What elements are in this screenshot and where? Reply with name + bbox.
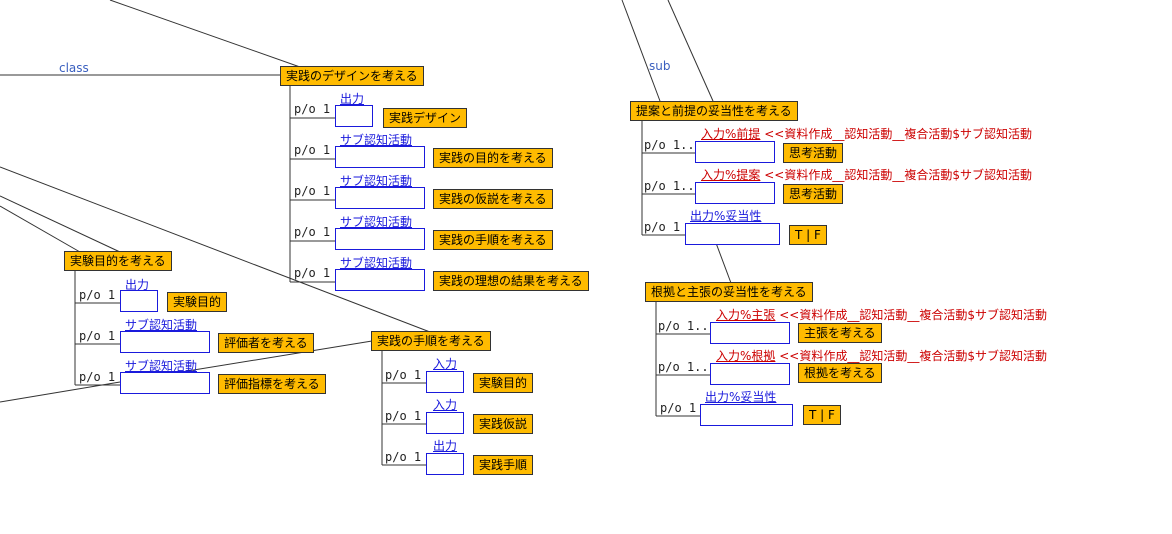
relation-line	[109, 0, 301, 68]
class-reference: <<資料作成__認知活動__複合活動$サブ認知活動	[764, 168, 1032, 182]
cardinality-label: p/o 1	[644, 220, 681, 234]
slot-box[interactable]	[710, 322, 790, 344]
slot-box[interactable]	[710, 363, 790, 385]
cardinality-label: p/o 1	[79, 370, 116, 384]
slot-box[interactable]	[700, 404, 793, 426]
slot-value-node[interactable]: T | F	[803, 405, 841, 425]
slot-box[interactable]	[695, 141, 775, 163]
slot-box[interactable]	[335, 146, 425, 168]
cardinality-label: p/o 1..	[644, 138, 695, 152]
slot-box[interactable]	[695, 182, 775, 204]
slot-value-node[interactable]: 実践デザイン	[383, 108, 468, 128]
role-label: 入力	[433, 357, 458, 371]
slot-value-node[interactable]: 実験目的	[167, 292, 228, 312]
role-label: 入力	[433, 398, 458, 412]
role-label: サブ認知活動	[125, 359, 198, 373]
slot-box[interactable]	[426, 453, 464, 475]
cardinality-label: p/o 1	[294, 102, 331, 116]
role-label: サブ認知活動	[125, 318, 198, 332]
class-reference: <<資料作成__認知活動__複合活動$サブ認知活動	[779, 349, 1047, 363]
node-proposal-validity[interactable]: 提案と前提の妥当性を考える	[630, 101, 798, 121]
relation-line	[0, 205, 81, 253]
slot-box[interactable]	[426, 371, 464, 393]
slot-value-node[interactable]: 実践の目的を考える	[433, 148, 553, 168]
slot-box[interactable]	[120, 290, 158, 312]
role-label: 入力%提案	[701, 168, 761, 182]
cardinality-label: p/o 1	[385, 450, 422, 464]
reference-label: 入力%主張 <<資料作成__認知活動__複合活動$サブ認知活動	[716, 308, 1047, 322]
role-label: サブ認知活動	[340, 215, 413, 229]
cardinality-label: p/o 1	[385, 409, 422, 423]
node-evidence-validity[interactable]: 根拠と主張の妥当性を考える	[645, 282, 813, 302]
sub-link-label: sub	[649, 59, 671, 73]
sub-relation-line	[667, 0, 714, 102]
concept-map-canvas: class sub 実践のデザインを考える p/o 1 出力 実践デザイン p/…	[0, 0, 1172, 534]
slot-box[interactable]	[426, 412, 464, 434]
role-label: 入力%主張	[716, 308, 776, 322]
class-reference: <<資料作成__認知活動__複合活動$サブ認知活動	[764, 127, 1032, 141]
cardinality-label: p/o 1..	[658, 319, 709, 333]
role-label: 出力	[340, 92, 365, 106]
reference-label: 入力%前提 <<資料作成__認知活動__複合活動$サブ認知活動	[701, 127, 1032, 141]
role-label: サブ認知活動	[340, 133, 413, 147]
slot-value-node[interactable]: 実践の理想の結果を考える	[433, 271, 589, 291]
cardinality-label: p/o 1	[660, 401, 697, 415]
slot-value-node[interactable]: 主張を考える	[798, 323, 882, 343]
cardinality-label: p/o 1	[294, 143, 331, 157]
slot-box[interactable]	[120, 372, 210, 394]
cardinality-label: p/o 1..	[644, 179, 695, 193]
slot-box[interactable]	[335, 105, 373, 127]
slot-value-node[interactable]: 実践手順	[473, 455, 534, 475]
cardinality-label: p/o 1	[294, 266, 331, 280]
slot-value-node[interactable]: 実践仮説	[473, 414, 534, 434]
relation-line	[715, 242, 732, 284]
slot-value-node[interactable]: 実践の手順を考える	[433, 230, 553, 250]
slot-box[interactable]	[335, 228, 425, 250]
role-label: サブ認知活動	[340, 256, 413, 270]
slot-value-node[interactable]: 思考活動	[783, 143, 844, 163]
class-reference: <<資料作成__認知活動__複合活動$サブ認知活動	[779, 308, 1047, 322]
role-label: 入力%前提	[701, 127, 761, 141]
node-practice-procedure[interactable]: 実践の手順を考える	[371, 331, 491, 351]
class-link-label: class	[59, 61, 89, 75]
role-label: サブ認知活動	[340, 174, 413, 188]
role-label: 出力%妥当性	[690, 209, 762, 223]
role-label: 入力%根拠	[716, 349, 776, 363]
node-practice-design[interactable]: 実践のデザインを考える	[280, 66, 424, 86]
cardinality-label: p/o 1	[79, 288, 116, 302]
role-label: 出力%妥当性	[705, 390, 777, 404]
slot-box[interactable]	[685, 223, 780, 245]
slot-value-node[interactable]: 思考活動	[783, 184, 844, 204]
slot-box[interactable]	[120, 331, 210, 353]
cardinality-label: p/o 1	[385, 368, 422, 382]
slot-value-node[interactable]: 評価者を考える	[218, 333, 314, 353]
slot-value-node[interactable]: 実験目的	[473, 373, 534, 393]
reference-label: 入力%根拠 <<資料作成__認知活動__複合活動$サブ認知活動	[716, 349, 1047, 363]
slot-value-node[interactable]: 評価指標を考える	[218, 374, 326, 394]
slot-value-node[interactable]: 根拠を考える	[798, 363, 882, 383]
sub-relation-line	[621, 0, 661, 102]
slot-value-node[interactable]: T | F	[789, 225, 827, 245]
cardinality-label: p/o 1	[79, 329, 116, 343]
cardinality-label: p/o 1	[294, 184, 331, 198]
cardinality-label: p/o 1..	[658, 360, 709, 374]
slot-box[interactable]	[335, 187, 425, 209]
cardinality-label: p/o 1	[294, 225, 331, 239]
node-experiment-purpose[interactable]: 実験目的を考える	[64, 251, 172, 271]
role-label: 出力	[433, 439, 458, 453]
relation-line	[0, 195, 121, 253]
reference-label: 入力%提案 <<資料作成__認知活動__複合活動$サブ認知活動	[701, 168, 1032, 182]
slot-box[interactable]	[335, 269, 425, 291]
slot-value-node[interactable]: 実践の仮説を考える	[433, 189, 553, 209]
connector-lines	[0, 0, 732, 466]
